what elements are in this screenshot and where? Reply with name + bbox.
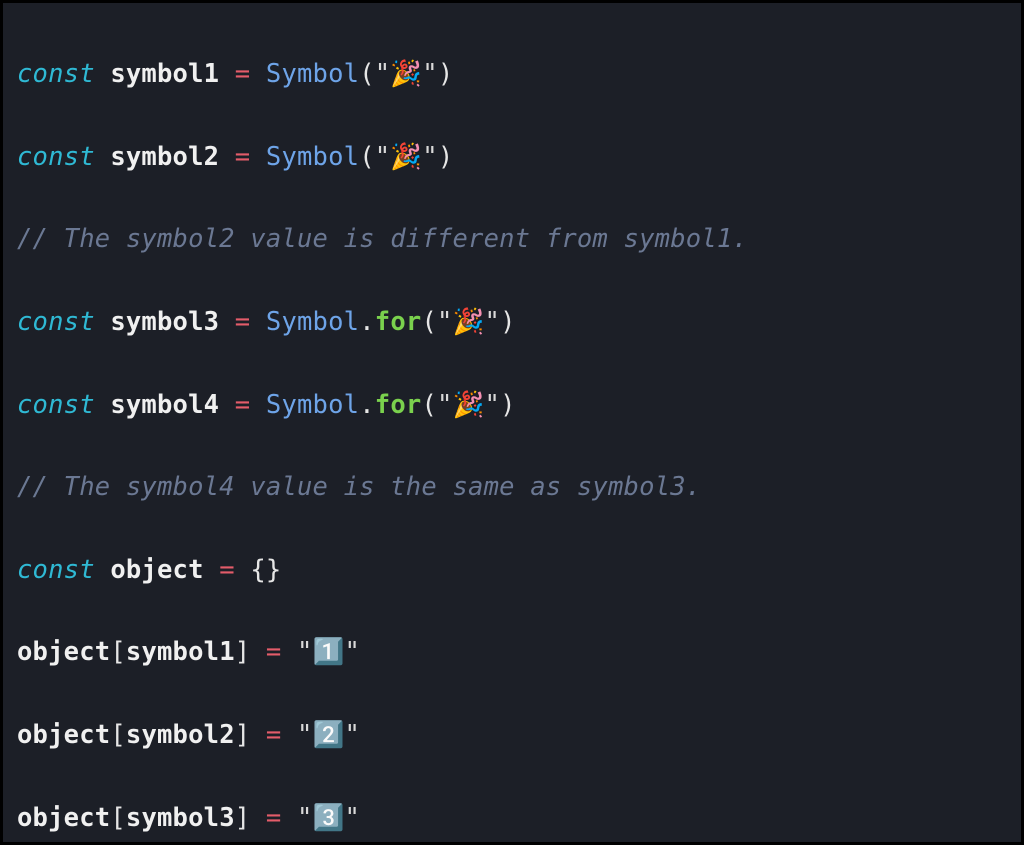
code-line: const symbol4 = Symbol.for("🎉") bbox=[17, 385, 1007, 426]
code-line: const symbol3 = Symbol.for("🎉") bbox=[17, 302, 1007, 343]
code-line: const symbol1 = Symbol("🎉") bbox=[17, 54, 1007, 95]
party-icon: 🎉 bbox=[390, 142, 422, 172]
keycap-one-icon: 1️⃣ bbox=[313, 637, 345, 667]
code-line: const object = {} bbox=[17, 550, 1007, 591]
party-icon: 🎉 bbox=[453, 390, 485, 420]
comment-line: // The symbol2 value is different from s… bbox=[17, 219, 1007, 260]
keycap-three-icon: 3️⃣ bbox=[313, 803, 345, 833]
class-symbol: Symbol bbox=[266, 59, 359, 89]
party-icon: 🎉 bbox=[390, 59, 422, 89]
code-editor-view: const symbol1 = Symbol("🎉") const symbol… bbox=[0, 0, 1024, 845]
keyword-const: const bbox=[17, 59, 95, 89]
party-icon: 🎉 bbox=[453, 307, 485, 337]
keycap-two-icon: 2️⃣ bbox=[313, 720, 345, 750]
operator-equals: = bbox=[235, 59, 251, 89]
code-line: object[symbol2] = "2️⃣" bbox=[17, 715, 1007, 756]
comment-line: // The symbol4 value is the same as symb… bbox=[17, 467, 1007, 508]
code-line: const symbol2 = Symbol("🎉") bbox=[17, 137, 1007, 178]
code-line: object[symbol1] = "1️⃣" bbox=[17, 632, 1007, 673]
identifier: symbol1 bbox=[110, 59, 219, 89]
code-line: object[symbol3] = "3️⃣" bbox=[17, 798, 1007, 839]
method-for: for bbox=[375, 307, 422, 337]
